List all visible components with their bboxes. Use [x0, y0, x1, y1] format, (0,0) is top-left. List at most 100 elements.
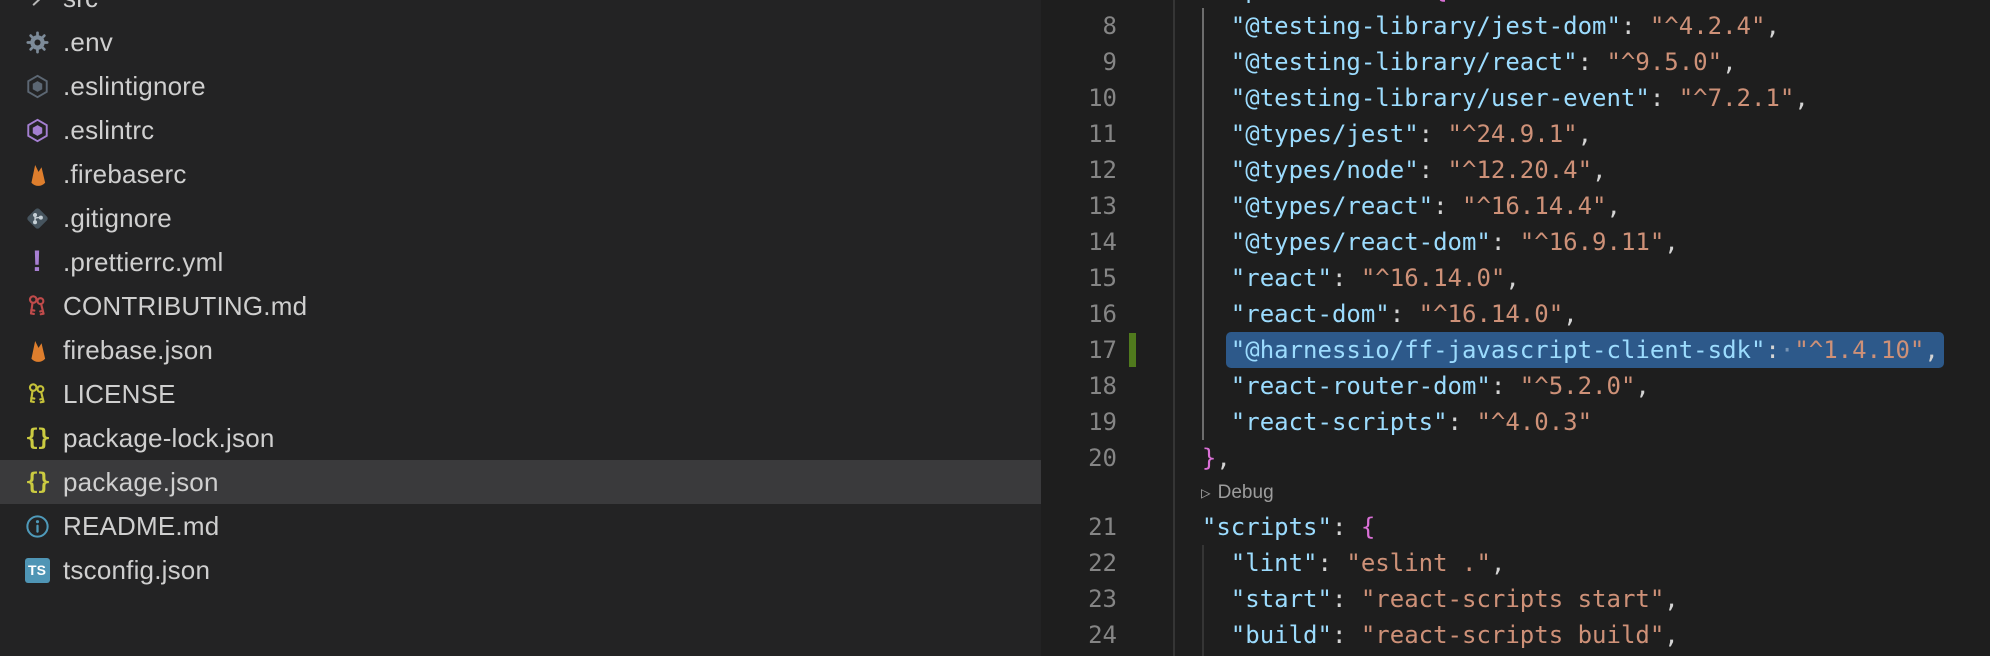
code-line-7[interactable]: 7"dependencies": { — [1041, 0, 1990, 8]
info-icon — [22, 511, 52, 541]
line-number[interactable]: 17 — [1041, 332, 1117, 368]
line-number[interactable]: 14 — [1041, 224, 1117, 260]
file-label: .eslintignore — [63, 71, 206, 102]
code-line-12[interactable]: 12"@types/node": "^12.20.4", — [1041, 152, 1990, 188]
code-token: · — [1780, 336, 1794, 364]
sidebar-item-firebase-json[interactable]: firebase.json — [0, 328, 1041, 372]
line-number[interactable]: 18 — [1041, 368, 1117, 404]
code-token: : — [1433, 192, 1462, 220]
json-braces-icon: {} — [22, 467, 52, 497]
codelens-run-icon: ▷ — [1201, 476, 1211, 509]
file-explorer-sidebar: src.env .eslintignore .eslintrc .firebaserc… — [0, 0, 1041, 656]
code-token: "@harnessio/ff-javascript-client-sdk" — [1231, 336, 1766, 364]
sidebar-item-eslintrc[interactable]: .eslintrc — [0, 108, 1041, 152]
sidebar-item-env[interactable]: .env — [0, 20, 1041, 64]
line-number[interactable]: 9 — [1041, 44, 1117, 80]
sidebar-item-package-lock-json[interactable]: {}package-lock.json — [0, 416, 1041, 460]
code-token: : — [1621, 12, 1650, 40]
code-token: "start" — [1231, 585, 1332, 613]
code-token: , — [1635, 372, 1649, 400]
code-token: "@types/react-dom" — [1231, 228, 1491, 256]
sidebar-item-firebaserc[interactable]: .firebaserc — [0, 152, 1041, 196]
code-line-15[interactable]: 15"react": "^16.14.0", — [1041, 260, 1990, 296]
code-token: , — [1216, 444, 1230, 472]
git-icon — [22, 203, 52, 233]
code-line-8[interactable]: 8"@testing-library/jest-dom": "^4.2.4", — [1041, 8, 1990, 44]
file-label: .prettierrc.yml — [63, 247, 223, 278]
codelens-debug-link[interactable]: ▷Debug — [1201, 476, 1274, 509]
code-line-18[interactable]: 18"react-router-dom": "^5.2.0", — [1041, 368, 1990, 404]
line-number[interactable]: 8 — [1041, 8, 1117, 44]
line-number[interactable]: 10 — [1041, 80, 1117, 116]
code-token: : — [1419, 120, 1448, 148]
code-token: "@testing-library/jest-dom" — [1231, 12, 1621, 40]
code-line-14[interactable]: 14"@types/react-dom": "^16.9.11", — [1041, 224, 1990, 260]
code-token: : — [1404, 0, 1433, 4]
code-editor[interactable]: 7"dependencies": {8 "@testing-library/jes… — [1041, 0, 1990, 656]
code-token: , — [1578, 120, 1592, 148]
line-number[interactable]: 24 — [1041, 617, 1117, 653]
sidebar-item-eslintignore[interactable]: .eslintignore — [0, 64, 1041, 108]
code-token: { — [1361, 513, 1375, 541]
sidebar-item-package-json[interactable]: {}package.json — [0, 460, 1041, 504]
code-token: "scripts" — [1202, 513, 1332, 541]
code-token: , — [1722, 48, 1736, 76]
line-number[interactable]: 16 — [1041, 296, 1117, 332]
code-token: : — [1318, 549, 1347, 577]
file-label: LICENSE — [63, 379, 176, 410]
code-token: : — [1332, 585, 1361, 613]
code-token: "^4.2.4" — [1650, 12, 1766, 40]
code-token: "react-router-dom" — [1231, 372, 1491, 400]
file-label: .eslintrc — [63, 115, 154, 146]
code-token: "react" — [1231, 264, 1332, 292]
line-number[interactable]: 13 — [1041, 188, 1117, 224]
code-token: "@testing-library/user-event" — [1231, 84, 1650, 112]
code-token: : — [1491, 372, 1520, 400]
code-token: "^9.5.0" — [1606, 48, 1722, 76]
code-line-16[interactable]: 16"react-dom": "^16.14.0", — [1041, 296, 1990, 332]
code-token: : — [1390, 300, 1419, 328]
code-line-22[interactable]: 22"lint": "eslint .", — [1041, 545, 1990, 581]
line-number[interactable]: 22 — [1041, 545, 1117, 581]
code-token: : — [1765, 336, 1779, 364]
code-line-21[interactable]: 21"scripts": { — [1041, 509, 1990, 545]
code-token: , — [1924, 336, 1938, 364]
code-line-11[interactable]: 11"@types/jest": "^24.9.1", — [1041, 116, 1990, 152]
code-token: : — [1491, 228, 1520, 256]
sidebar-item-tsconfig-json[interactable]: TStsconfig.json — [0, 548, 1041, 592]
line-number[interactable]: 23 — [1041, 581, 1117, 617]
line-number[interactable]: 7 — [1041, 0, 1117, 8]
sidebar-item-src[interactable]: src — [0, 0, 1041, 20]
code-line-10[interactable]: 10"@testing-library/user-event": "^7.2.1… — [1041, 80, 1990, 116]
code-token: , — [1664, 585, 1678, 613]
line-number[interactable]: 20 — [1041, 440, 1117, 476]
line-number[interactable]: 11 — [1041, 116, 1117, 152]
line-number[interactable]: 12 — [1041, 152, 1117, 188]
sidebar-item-license[interactable]: LICENSE — [0, 372, 1041, 416]
code-token: , — [1491, 549, 1505, 577]
text-selection: "@harnessio/ff-javascript-client-sdk":·"… — [1226, 332, 1944, 368]
code-token: "@types/jest" — [1231, 120, 1419, 148]
file-label: CONTRIBUTING.md — [63, 291, 307, 322]
file-label: tsconfig.json — [63, 555, 210, 586]
code-line-24[interactable]: 24"build": "react-scripts build", — [1041, 617, 1990, 653]
file-label: README.md — [63, 511, 219, 542]
code-token: "^4.0.3" — [1476, 408, 1592, 436]
code-line-20[interactable]: 20}, — [1041, 440, 1990, 476]
line-number[interactable]: 21 — [1041, 509, 1117, 545]
code-line-23[interactable]: 23"start": "react-scripts start", — [1041, 581, 1990, 617]
code-line-13[interactable]: 13"@types/react": "^16.14.4", — [1041, 188, 1990, 224]
code-line-9[interactable]: 9"@testing-library/react": "^9.5.0", — [1041, 44, 1990, 80]
sidebar-item-contributing-md[interactable]: CONTRIBUTING.md — [0, 284, 1041, 328]
code-token: "^1.4.10" — [1794, 336, 1924, 364]
line-number[interactable]: 19 — [1041, 404, 1117, 440]
sidebar-item-readme-md[interactable]: README.md — [0, 504, 1041, 548]
code-token: , — [1607, 192, 1621, 220]
code-token: "react-scripts build" — [1361, 621, 1664, 649]
code-line-19[interactable]: 19"react-scripts": "^4.0.3" — [1041, 404, 1990, 440]
code-line-17[interactable]: 17 "@harnessio/ff-javascript-client-sdk":… — [1041, 332, 1990, 368]
code-token: { — [1433, 0, 1447, 4]
sidebar-item-prettierrc-yml[interactable]: !.prettierrc.yml — [0, 240, 1041, 284]
sidebar-item-gitignore[interactable]: .gitignore — [0, 196, 1041, 240]
line-number[interactable]: 15 — [1041, 260, 1117, 296]
